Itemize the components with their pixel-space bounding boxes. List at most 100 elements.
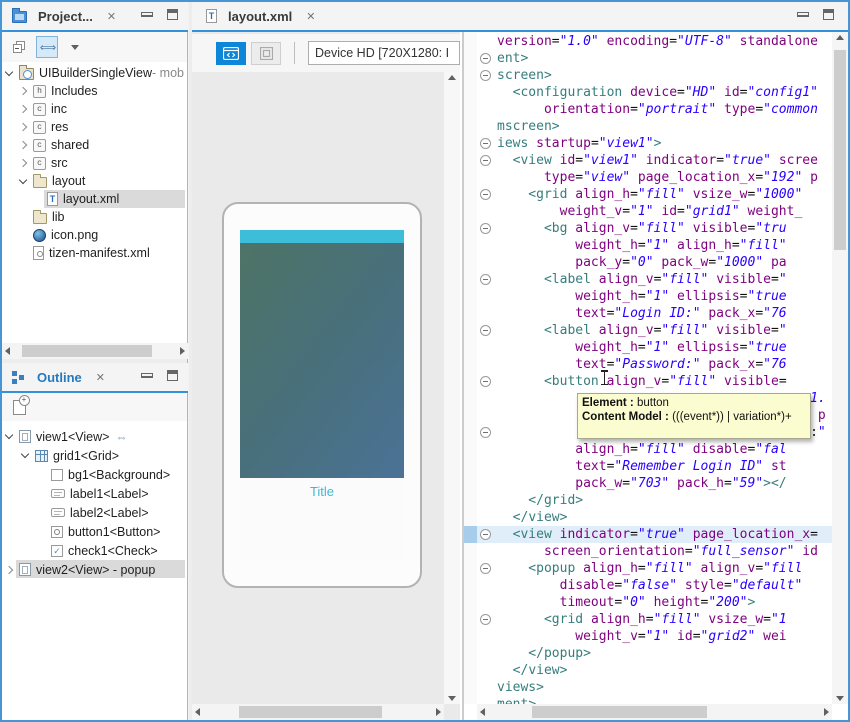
maximize-icon[interactable] (167, 9, 178, 20)
device-selector[interactable]: Device HD [720X1280: I (308, 41, 460, 65)
expanded-chevron-icon[interactable] (5, 431, 13, 439)
tree-item-res[interactable]: cres (2, 118, 187, 136)
scroll-up-icon[interactable] (836, 35, 844, 40)
source-line-7[interactable]: iews startup="view1"> (477, 135, 832, 152)
source-line-38[interactable]: </view> (477, 662, 832, 679)
tree-item-UIBuilderSingleView[interactable]: UIBuilderSingleView - mob (2, 64, 187, 82)
source-hscrollbar[interactable] (477, 704, 832, 720)
new-page-button[interactable] (8, 396, 30, 418)
minimize-icon[interactable] (797, 12, 809, 17)
tree-item-button1[interactable]: button1 <Button> (2, 522, 187, 541)
scroll-down-icon[interactable] (448, 696, 456, 701)
tree-item-tizen-manifest.xml[interactable]: tizen-manifest.xml (2, 244, 187, 262)
view-menu-button[interactable] (64, 36, 86, 58)
fold-collapse-icon[interactable] (480, 223, 491, 234)
tree-item-view1[interactable]: view1 <View>⇔ (2, 427, 187, 446)
collapsed-chevron-icon[interactable] (19, 105, 27, 113)
source-line-33[interactable]: disable="false" style="default" (477, 577, 832, 594)
source-line-2[interactable]: ent> (477, 50, 832, 67)
tree-item-grid1[interactable]: grid1 <Grid> (2, 446, 187, 465)
source-line-18[interactable]: <label align_v="fill" visible=" (477, 322, 832, 339)
fold-collapse-icon[interactable] (480, 274, 491, 285)
source-line-16[interactable]: weight_h="1" ellipsis="true (477, 288, 832, 305)
background-widget[interactable] (240, 243, 404, 478)
preview-hscrollbar[interactable] (192, 704, 444, 720)
tab-layout-xml[interactable]: T layout.xml ✕ (192, 2, 848, 30)
project-hscrollbar[interactable] (2, 343, 188, 359)
source-line-20[interactable]: text="Password:" pack_x="76 (477, 356, 832, 373)
maximize-icon[interactable] (167, 370, 178, 381)
collapsed-chevron-icon[interactable] (19, 87, 27, 95)
source-line-36[interactable]: weight_v="1" id="grid2" wei (477, 628, 832, 645)
scroll-up-icon[interactable] (448, 75, 456, 80)
fold-collapse-icon[interactable] (480, 138, 491, 149)
source-line-28[interactable]: </grid> (477, 492, 832, 509)
scroll-left-icon[interactable] (480, 708, 485, 716)
tree-item-label1[interactable]: label1 <Label> (2, 484, 187, 503)
source-line-34[interactable]: timeout="0" height="200"> (477, 594, 832, 611)
tree-item-layout[interactable]: layout (2, 172, 187, 190)
preview-hscroll-thumb[interactable] (239, 706, 382, 718)
source-line-9[interactable]: type="view" page_location_x="192" p (477, 169, 832, 186)
collapsed-chevron-icon[interactable] (19, 159, 27, 167)
source-line-40[interactable]: ment> (477, 696, 832, 704)
source-line-4[interactable]: <configuration device="HD" id="config1" (477, 84, 832, 101)
source-line-29[interactable]: </view> (477, 509, 832, 526)
source-line-12[interactable]: <bg align_v="fill" visible="tru (477, 220, 832, 237)
project-hscroll-thumb[interactable] (22, 345, 152, 357)
source-line-8[interactable]: <view id="view1" indicator="true" scree (477, 152, 832, 169)
fold-collapse-icon[interactable] (480, 325, 491, 336)
source-line-5[interactable]: orientation="portrait" type="common (477, 101, 832, 118)
scroll-left-icon[interactable] (195, 708, 200, 716)
fold-collapse-icon[interactable] (480, 155, 491, 166)
source-line-15[interactable]: <label align_v="fill" visible=" (477, 271, 832, 288)
source-line-32[interactable]: <popup align_h="fill" align_v="fill (477, 560, 832, 577)
design-mode-button[interactable] (251, 42, 281, 65)
fold-collapse-icon[interactable] (480, 427, 491, 438)
fold-collapse-icon[interactable] (480, 189, 491, 200)
fold-collapse-icon[interactable] (480, 563, 491, 574)
tree-item-check1[interactable]: ✓check1 <Check> (2, 541, 187, 560)
source-design-mode-button[interactable] (216, 42, 246, 65)
source-line-27[interactable]: pack_w="703" pack_h="59"></ (477, 475, 832, 492)
source-line-31[interactable]: screen_orientation="full_sensor" id (477, 543, 832, 560)
project-tab-close-icon[interactable]: ✕ (107, 10, 116, 23)
scroll-right-icon[interactable] (824, 708, 829, 716)
preview-vscrollbar[interactable] (444, 72, 460, 704)
fold-collapse-icon[interactable] (480, 529, 491, 540)
link-with-editor-button[interactable]: ⇐⇒ (36, 36, 58, 58)
source-line-11[interactable]: weight_v="1" id="grid1" weight_ (477, 203, 832, 220)
tree-item-shared[interactable]: cshared (2, 136, 187, 154)
minimize-icon[interactable] (141, 12, 153, 17)
scroll-down-icon[interactable] (836, 696, 844, 701)
source-line-19[interactable]: weight_h="1" ellipsis="true (477, 339, 832, 356)
collapsed-chevron-icon[interactable] (19, 141, 27, 149)
title-area[interactable]: Title (240, 478, 404, 560)
source-vscrollbar[interactable] (832, 32, 848, 704)
source-line-30[interactable]: <view indicator="true" page_location_x= (477, 526, 832, 543)
expanded-chevron-icon[interactable] (21, 450, 29, 458)
collapse-all-button[interactable] (8, 36, 30, 58)
tree-item-layout.xml[interactable]: Tlayout.xml (2, 190, 187, 208)
source-line-1[interactable]: version="1.0" encoding="UTF-8" standalon… (477, 33, 832, 50)
tree-item-icon.png[interactable]: icon.png (2, 226, 187, 244)
source-line-37[interactable]: </popup> (477, 645, 832, 662)
source-line-3[interactable]: screen> (477, 67, 832, 84)
fold-collapse-icon[interactable] (480, 53, 491, 64)
scroll-right-icon[interactable] (180, 347, 185, 355)
fold-collapse-icon[interactable] (480, 614, 491, 625)
source-line-10[interactable]: <grid align_h="fill" vsize_w="1000" (477, 186, 832, 203)
source-line-14[interactable]: pack_y="0" pack_w="1000" pa (477, 254, 832, 271)
source-line-25[interactable]: align_h="fill" disable="fal (477, 441, 832, 458)
source-hscroll-thumb[interactable] (532, 706, 707, 718)
source-line-26[interactable]: text="Remember Login ID" st (477, 458, 832, 475)
tree-item-view2[interactable]: view2 <View> - popup (2, 560, 187, 579)
collapsed-chevron-icon[interactable] (19, 123, 27, 131)
source-line-39[interactable]: views> (477, 679, 832, 696)
collapsed-chevron-icon[interactable] (5, 565, 13, 573)
tree-item-inc[interactable]: cinc (2, 100, 187, 118)
source-line-35[interactable]: <grid align_h="fill" vsize_w="1 (477, 611, 832, 628)
tree-item-lib[interactable]: lib (2, 208, 187, 226)
tree-item-src[interactable]: csrc (2, 154, 187, 172)
maximize-icon[interactable] (823, 9, 834, 20)
